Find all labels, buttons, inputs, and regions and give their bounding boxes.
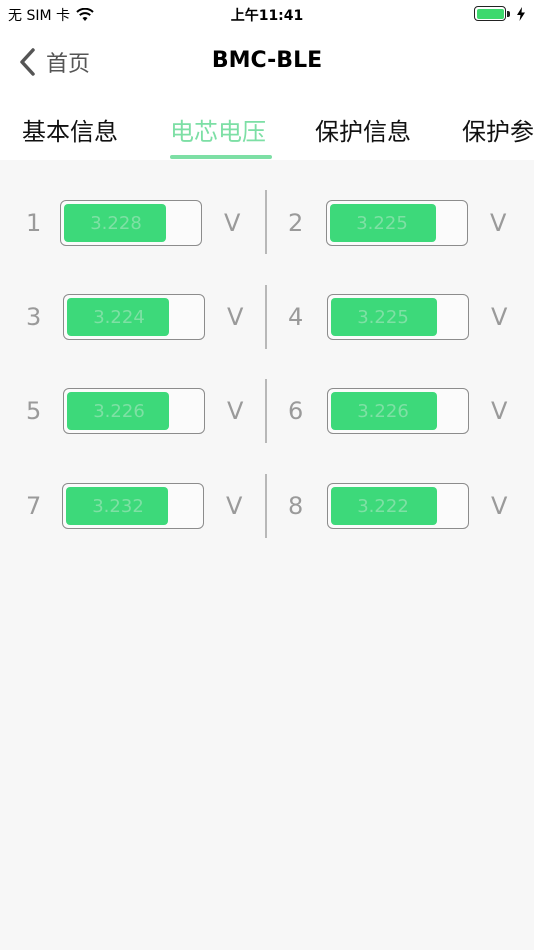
cell-index: 3 bbox=[26, 303, 42, 331]
tab-cell-voltage[interactable]: 电芯电压 bbox=[170, 112, 266, 147]
cell-voltage-item: 6 3.226 V bbox=[288, 388, 521, 434]
cell-value: 3.225 bbox=[357, 306, 409, 328]
cell-voltage-item: 8 3.222 V bbox=[288, 483, 521, 529]
cell-voltage-bar: 3.224 bbox=[63, 294, 205, 340]
column-divider bbox=[265, 285, 267, 349]
column-divider bbox=[265, 474, 267, 538]
cell-index: 7 bbox=[26, 492, 42, 520]
cell-unit: V bbox=[226, 492, 243, 520]
column-divider bbox=[265, 190, 267, 254]
cell-unit: V bbox=[491, 492, 508, 520]
column-divider bbox=[265, 379, 267, 443]
cell-voltage-bar: 3.228 bbox=[60, 200, 202, 246]
cell-value: 3.225 bbox=[356, 212, 408, 234]
cell-voltage-item: 5 3.226 V bbox=[26, 388, 257, 434]
cell-index: 8 bbox=[288, 492, 304, 520]
cell-voltage-bar: 3.225 bbox=[326, 200, 468, 246]
cell-voltage-item: 2 3.225 V bbox=[288, 200, 520, 246]
cell-unit: V bbox=[224, 209, 241, 237]
cell-index: 2 bbox=[288, 209, 304, 237]
page-title: BMC-BLE bbox=[211, 48, 323, 73]
cell-unit: V bbox=[227, 397, 244, 425]
cell-index: 6 bbox=[288, 397, 304, 425]
tab-basic-info[interactable]: 基本信息 bbox=[22, 112, 118, 147]
status-bar: 无 SIM 卡 上午11:41 bbox=[0, 0, 534, 28]
cell-voltage-item: 4 3.225 V bbox=[288, 294, 521, 340]
cell-unit: V bbox=[227, 303, 244, 331]
status-right bbox=[474, 6, 526, 21]
tab-bar: 基本信息 电芯电压 保护信息 保护参 bbox=[0, 98, 534, 160]
cell-voltage-bar: 3.226 bbox=[63, 388, 205, 434]
cell-value: 3.228 bbox=[90, 212, 142, 234]
cell-value: 3.226 bbox=[93, 400, 145, 422]
navigation-bar: 首页 BMC-BLE bbox=[0, 28, 534, 98]
tab-protection-params[interactable]: 保护参 bbox=[462, 112, 534, 147]
active-tab-indicator bbox=[170, 155, 272, 159]
cell-unit: V bbox=[490, 209, 507, 237]
cell-voltage-item: 7 3.232 V bbox=[26, 483, 256, 529]
cell-value: 3.222 bbox=[357, 495, 409, 517]
cell-unit: V bbox=[491, 397, 508, 425]
cell-voltage-bar: 3.222 bbox=[327, 483, 469, 529]
cell-index: 1 bbox=[26, 209, 42, 237]
charging-bolt-icon bbox=[517, 6, 525, 21]
cell-unit: V bbox=[491, 303, 508, 331]
cell-voltage-item: 1 3.228 V bbox=[26, 200, 254, 246]
cell-value: 3.224 bbox=[93, 306, 145, 328]
cell-voltage-item: 3 3.224 V bbox=[26, 294, 257, 340]
cell-index: 4 bbox=[288, 303, 304, 331]
status-time: 上午11:41 bbox=[230, 8, 304, 24]
cell-index: 5 bbox=[26, 397, 42, 425]
cell-value: 3.226 bbox=[357, 400, 409, 422]
cell-value: 3.232 bbox=[92, 495, 144, 517]
battery-icon bbox=[474, 6, 510, 21]
tab-protection-info[interactable]: 保护信息 bbox=[315, 112, 411, 147]
cell-voltage-bar: 3.232 bbox=[62, 483, 204, 529]
cell-voltage-bar: 3.225 bbox=[327, 294, 469, 340]
cell-voltage-bar: 3.226 bbox=[327, 388, 469, 434]
